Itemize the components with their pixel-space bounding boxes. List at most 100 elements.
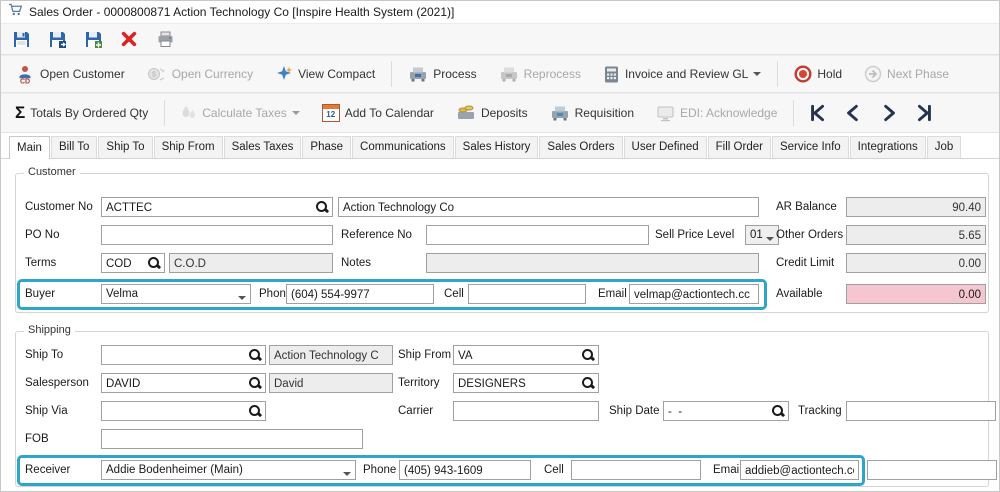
search-icon[interactable] (248, 404, 262, 418)
search-icon[interactable] (581, 348, 595, 362)
receiver-phone-field[interactable] (399, 460, 531, 480)
last-record-button[interactable] (912, 100, 938, 126)
buyer-email-field[interactable] (629, 284, 759, 304)
tab-main[interactable]: Main (9, 136, 50, 159)
tab-sales-taxes[interactable]: Sales Taxes (223, 136, 302, 158)
receiver-extra-input[interactable] (868, 462, 996, 480)
buyer-combo[interactable]: Velma (101, 284, 251, 304)
territory-input[interactable] (454, 375, 598, 393)
receiver-email-input[interactable] (741, 462, 858, 480)
buyer-cell-field[interactable] (468, 284, 586, 304)
ship-to-name-value (270, 347, 392, 365)
tab-user-defined[interactable]: User Defined (623, 136, 707, 158)
reference-no-field[interactable] (426, 225, 649, 245)
search-icon[interactable] (147, 256, 161, 270)
chevron-down-icon[interactable] (343, 472, 351, 479)
hold-button[interactable]: Hold (788, 62, 848, 86)
add-to-calendar-button[interactable]: 12 Add To Calendar (316, 101, 440, 125)
shipping-group-legend: Shipping (24, 324, 75, 336)
search-icon[interactable] (248, 348, 262, 362)
tab-service-info[interactable]: Service Info (771, 136, 849, 158)
receiver-cell-input[interactable] (572, 462, 700, 480)
save-new-button[interactable] (81, 27, 105, 51)
salesperson-input[interactable] (102, 375, 265, 393)
customer-name-input[interactable] (339, 199, 758, 217)
invoice-review-gl-button[interactable]: Invoice and Review GL (597, 62, 767, 87)
buyer-email-input[interactable] (630, 286, 758, 304)
view-compact-button[interactable]: View Compact (269, 62, 381, 86)
first-record-button[interactable] (804, 100, 830, 126)
receiver-cell-field[interactable] (571, 460, 701, 480)
buyer-phone-field[interactable] (286, 284, 434, 304)
ship-via-field[interactable] (101, 401, 266, 421)
buyer-label: Buyer (25, 288, 56, 300)
tab-communications[interactable]: Communications (352, 136, 454, 158)
receiver-email-field[interactable] (740, 460, 859, 480)
search-icon[interactable] (581, 376, 595, 390)
terms-field[interactable] (101, 253, 165, 273)
sell-price-level-combo[interactable]: 01 (745, 225, 779, 245)
customer-name-field[interactable] (338, 197, 759, 217)
receiver-phone-input[interactable] (400, 462, 530, 480)
tab-sales-history[interactable]: Sales History (454, 136, 539, 158)
ship-date-input[interactable] (664, 403, 788, 421)
carrier-input[interactable] (454, 403, 598, 421)
ship-date-field[interactable] (663, 401, 789, 421)
customer-group-legend: Customer (24, 166, 80, 178)
carrier-field[interactable] (453, 401, 599, 421)
tab-ship-from[interactable]: Ship From (153, 136, 223, 158)
open-customer-button[interactable]: CD Open Customer (9, 61, 131, 87)
tab-fill-order[interactable]: Fill Order (707, 136, 771, 158)
reprocess-button: Reprocess (493, 62, 587, 86)
tab-phase[interactable]: Phase (302, 136, 352, 158)
next-phase-label: Next Phase (887, 67, 950, 81)
chevron-down-icon[interactable] (753, 72, 762, 80)
next-record-button[interactable] (876, 100, 902, 126)
po-no-field[interactable] (101, 225, 333, 245)
deposits-button[interactable]: Deposits (450, 101, 534, 125)
delete-button[interactable] (117, 27, 141, 51)
add-to-calendar-icon: 12 (321, 104, 340, 122)
chevron-down-icon[interactable] (238, 296, 246, 303)
print-button[interactable] (153, 27, 177, 51)
ship-from-input[interactable] (454, 347, 598, 365)
buyer-phone-input[interactable] (287, 286, 433, 304)
territory-field[interactable] (453, 373, 599, 393)
process-button[interactable]: Process (402, 62, 482, 86)
ship-from-field[interactable] (453, 345, 599, 365)
tab-job[interactable]: Job (926, 136, 962, 158)
tab-ship-to[interactable]: Ship To (98, 136, 153, 158)
receiver-combo[interactable]: Addie Bodenheimer (Main) (101, 460, 356, 480)
requisition-button[interactable]: Requisition (544, 101, 640, 125)
tab-bill-to[interactable]: Bill To (50, 136, 98, 158)
invoice-review-gl-label: Invoice and Review GL (624, 67, 749, 81)
tab-integrations[interactable]: Integrations (849, 136, 926, 158)
tracking-input[interactable] (847, 403, 995, 421)
po-no-input[interactable] (102, 227, 332, 245)
totals-by-ordered-qty-button[interactable]: Σ Totals By Ordered Qty (9, 101, 154, 125)
ship-to-input[interactable] (102, 347, 265, 365)
ship-to-field[interactable] (101, 345, 266, 365)
ship-via-input[interactable] (102, 403, 265, 421)
salesperson-field[interactable] (101, 373, 266, 393)
previous-record-button[interactable] (840, 100, 866, 126)
reference-no-input[interactable] (427, 227, 648, 245)
fob-input[interactable] (102, 431, 362, 449)
tracking-field[interactable] (846, 401, 996, 421)
buyer-cell-input[interactable] (469, 286, 585, 304)
chevron-down-icon[interactable] (766, 237, 774, 244)
customer-no-input[interactable] (102, 199, 332, 217)
fob-field[interactable] (101, 429, 363, 449)
calculate-taxes-icon (182, 106, 196, 118)
save-button[interactable] (9, 27, 33, 51)
tab-sales-orders[interactable]: Sales Orders (539, 136, 623, 158)
salesperson-label: Salesperson (25, 377, 89, 389)
search-icon[interactable] (315, 200, 329, 214)
search-icon[interactable] (771, 404, 785, 418)
customer-no-field[interactable] (101, 197, 333, 217)
other-orders-value (847, 227, 985, 245)
tracking-label: Tracking (798, 405, 842, 417)
search-icon[interactable] (248, 376, 262, 390)
save-close-button[interactable] (45, 27, 69, 51)
receiver-extra-field[interactable] (867, 460, 997, 480)
